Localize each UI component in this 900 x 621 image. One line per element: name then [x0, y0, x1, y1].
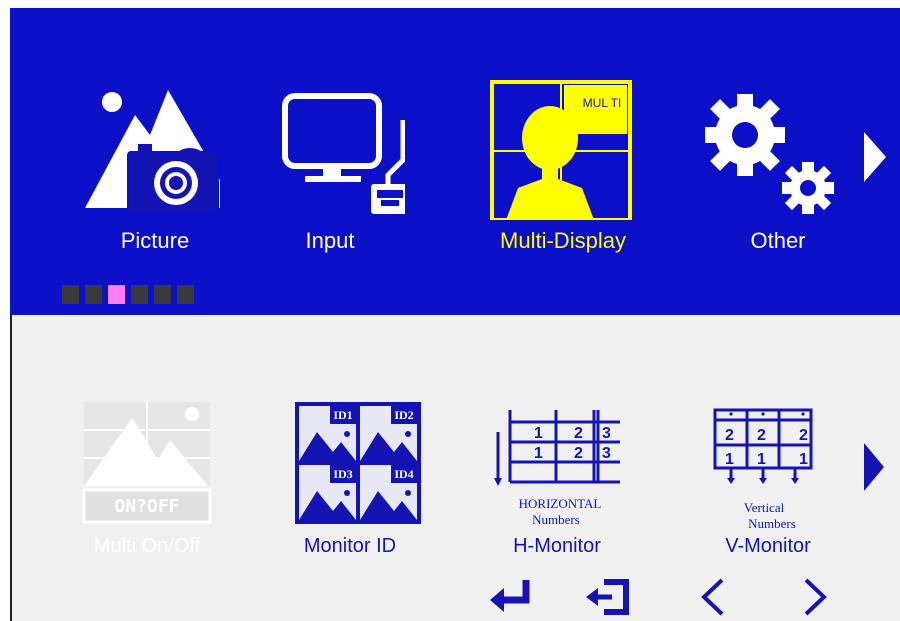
- gear-icon: [705, 94, 834, 214]
- svg-text:1: 1: [757, 451, 766, 468]
- tile-id-label: ID4: [394, 467, 414, 481]
- submenu-label: Monitor ID: [303, 535, 397, 557]
- svg-text:2: 2: [799, 427, 808, 444]
- caption-line: Vertical: [743, 500, 785, 515]
- svg-text:3: 3: [602, 425, 611, 442]
- caption-line: Numbers: [532, 512, 580, 527]
- category-label: Picture: [120, 228, 190, 253]
- svg-text:2: 2: [574, 445, 583, 462]
- submenu-label: H-Monitor: [513, 535, 601, 557]
- enter-icon[interactable]: [488, 576, 538, 618]
- submenu-multi-on-off[interactable]: ON?OFF Multi On/Off: [72, 400, 222, 560]
- category-input[interactable]: Input: [255, 80, 405, 260]
- svg-text:1: 1: [534, 445, 543, 462]
- svg-text:2: 2: [574, 425, 583, 442]
- osd-menu: Picture Input MUL TI Multi-Display Other…: [0, 0, 900, 621]
- category-picture[interactable]: Picture: [80, 80, 230, 260]
- tile-id-label: ID1: [333, 408, 353, 422]
- submenu-label: V-Monitor: [725, 535, 811, 557]
- tile-id-label: ID3: [333, 467, 353, 481]
- tile-id-label: ID2: [394, 408, 414, 422]
- category-label: Other: [750, 228, 806, 253]
- exit-icon[interactable]: [584, 576, 634, 618]
- svg-text:2: 2: [725, 427, 734, 444]
- submenu-monitor-id[interactable]: ID1 ID2 ID3 ID4 Monitor ID: [275, 400, 425, 560]
- page-dot-active: [108, 285, 125, 304]
- page-dot: [177, 285, 194, 304]
- caption-line: Numbers: [748, 516, 796, 531]
- submenu-label: Multi On/Off: [93, 535, 201, 557]
- category-other[interactable]: Other: [703, 80, 853, 260]
- picture-camera-icon: [85, 90, 220, 213]
- next-submenu-arrow-icon[interactable]: [864, 443, 884, 491]
- page-indicator: [62, 285, 194, 304]
- category-label: Multi-Display: [500, 228, 626, 253]
- svg-text:1: 1: [534, 425, 543, 442]
- category-multi-display[interactable]: MUL TI Multi-Display: [488, 80, 638, 260]
- multi-badge: MUL TI: [582, 96, 622, 110]
- svg-text:1: 1: [725, 451, 734, 468]
- svg-text:3: 3: [602, 445, 611, 462]
- submenu-v-monitor[interactable]: 2 2 2 1 1 1 Vertical Numbers V-Monitor: [693, 400, 843, 560]
- on-off-badge: ON?OFF: [114, 496, 180, 517]
- next-category-arrow-icon[interactable]: [864, 132, 886, 182]
- submenu-h-monitor[interactable]: 1 2 3 1 2 3 HORIZONTAL Numbers H-Monitor: [482, 400, 632, 560]
- svg-text:1: 1: [799, 451, 808, 468]
- monitor-input-icon: [282, 93, 405, 214]
- page-dot: [154, 285, 171, 304]
- page-dot: [85, 285, 102, 304]
- page-dot: [62, 285, 79, 304]
- category-label: Input: [305, 228, 355, 253]
- page-dot: [131, 285, 148, 304]
- svg-text:2: 2: [757, 427, 766, 444]
- right-arrow-icon[interactable]: [790, 576, 840, 618]
- left-arrow-icon[interactable]: [694, 576, 744, 618]
- caption-line: HORIZONTAL: [518, 496, 602, 511]
